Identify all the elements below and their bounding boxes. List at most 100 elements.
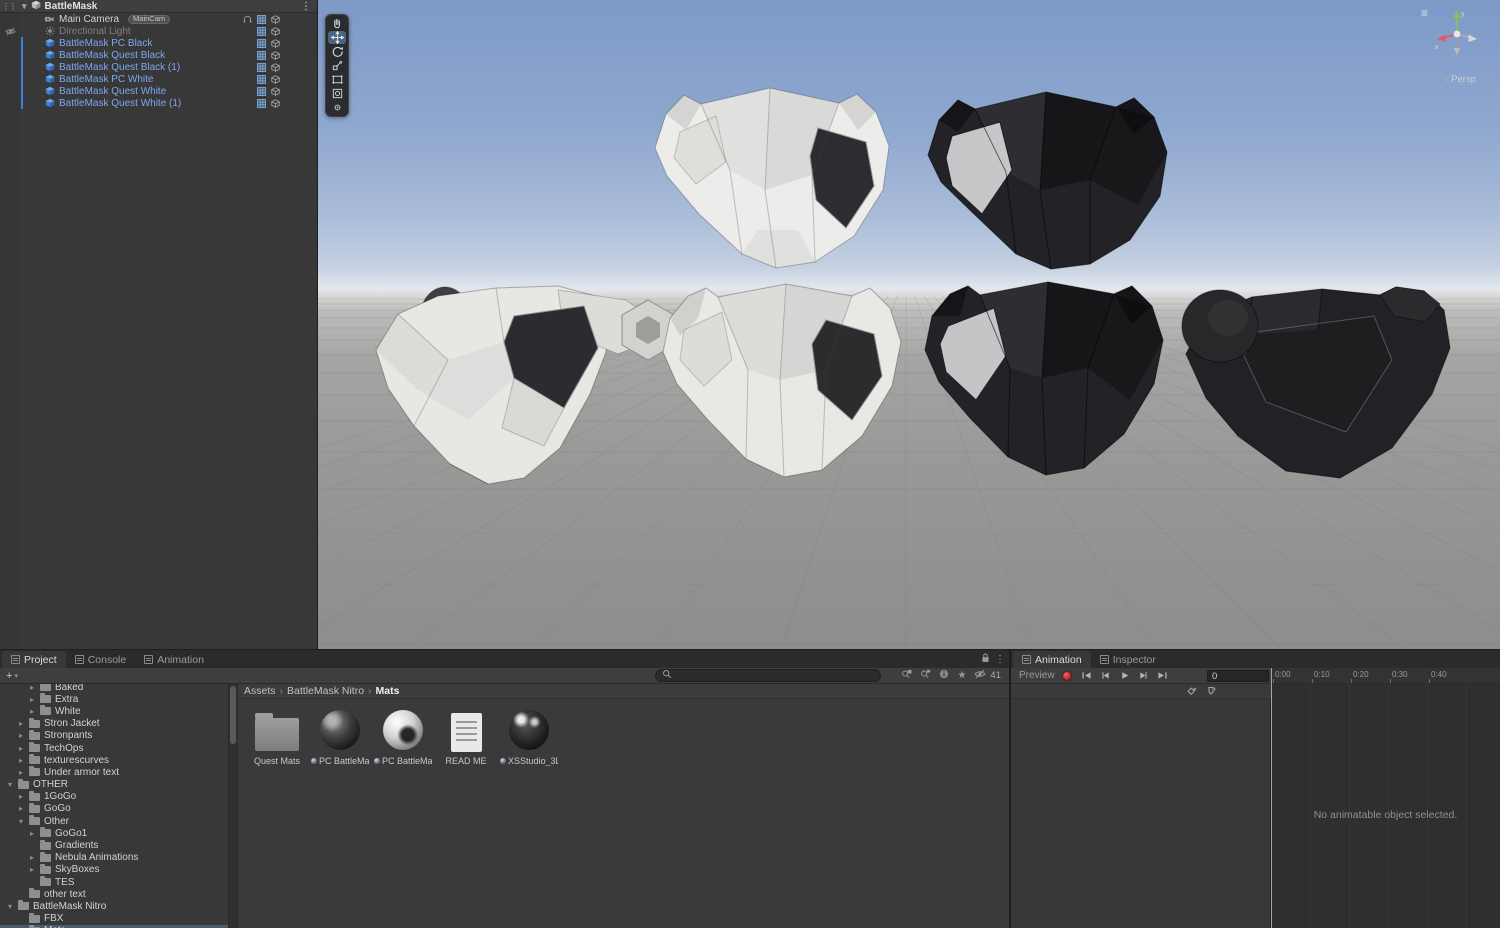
panel-menu-icon[interactable]: ⋮ <box>995 654 1005 665</box>
folder-item-gogo[interactable]: ▸ GoGo <box>0 802 228 815</box>
folder-item-other[interactable]: ▾ Other <box>0 815 228 827</box>
rect-tool[interactable] <box>328 73 346 86</box>
timeline-area[interactable]: No animatable object selected. <box>1271 684 1500 928</box>
scene-view[interactable]: ≡ y x ‹ Persp <box>318 0 1500 650</box>
project-tab-animation[interactable]: Animation <box>135 651 213 668</box>
fold-arrow-icon[interactable]: ▸ <box>28 829 36 838</box>
grid-icon[interactable] <box>257 86 266 96</box>
folder-item-skyboxes[interactable]: ▸ SkyBoxes <box>0 863 228 876</box>
fold-arrow-icon[interactable]: ▸ <box>28 707 36 716</box>
fold-arrow-icon[interactable]: ▸ <box>28 865 36 874</box>
info-icon[interactable] <box>939 669 949 682</box>
hierarchy-item-battlemask-quest-white[interactable]: BattleMask Quest White <box>0 85 317 97</box>
add-event-icon[interactable] <box>1206 686 1217 700</box>
asset-pc-battlema[interactable]: PC BattleMa... <box>311 707 369 766</box>
folder-item-other[interactable]: ▾ OTHER <box>0 778 228 791</box>
breadcrumb-segment-assets[interactable]: Assets <box>244 685 276 697</box>
project-tab-project[interactable]: Project <box>2 651 66 668</box>
folder-item-other-text[interactable]: other text <box>0 888 228 900</box>
save-search-star-icon[interactable]: ★ <box>957 670 966 681</box>
folder-item-baked[interactable]: ▸ Baked <box>0 684 228 693</box>
cube-icon[interactable] <box>271 74 280 84</box>
scene-orientation-gizmo[interactable]: y x <box>1434 6 1480 64</box>
fold-arrow-icon[interactable]: ▸ <box>17 768 25 777</box>
fold-arrow-icon[interactable]: ▸ <box>17 756 25 765</box>
move-tool[interactable] <box>328 31 346 44</box>
folder-item-1gogo[interactable]: ▸ 1GoGo <box>0 790 228 803</box>
scene-overlay-menu-icon[interactable]: ≡ <box>1421 7 1428 19</box>
fold-arrow-icon[interactable]: ▾ <box>6 902 14 911</box>
fold-arrow-icon[interactable]: ▸ <box>17 804 25 813</box>
fold-arrow-icon[interactable]: ▸ <box>17 792 25 801</box>
folder-item-white[interactable]: ▸ White <box>0 705 228 717</box>
cube-icon[interactable] <box>271 86 280 96</box>
create-asset-button[interactable]: + ▾ <box>6 670 18 682</box>
folder-item-tes[interactable]: TES <box>0 876 228 888</box>
view-tool[interactable] <box>328 17 346 30</box>
asset-quest-mats[interactable]: Quest Mats <box>248 707 306 766</box>
fold-arrow-icon[interactable]: ▾ <box>17 817 25 826</box>
folder-item-extra[interactable]: ▸ Extra <box>0 693 228 705</box>
projection-mode-label[interactable]: ‹ Persp <box>1446 74 1477 85</box>
fold-arrow-icon[interactable]: ▸ <box>28 695 36 704</box>
frame-number-field[interactable]: 0 <box>1207 670 1269 682</box>
breadcrumb-segment-battlemask-nitro[interactable]: BattleMask Nitro <box>287 685 364 697</box>
cube-icon[interactable] <box>271 50 280 60</box>
hierarchy-item-battlemask-quest-black[interactable]: BattleMask Quest Black <box>0 49 317 61</box>
grid-icon[interactable] <box>257 50 266 60</box>
asset-pc-battlema[interactable]: PC BattleMa... <box>374 707 432 766</box>
fold-arrow-icon[interactable]: ▸ <box>17 719 25 728</box>
fold-arrow-icon[interactable]: ▸ <box>17 744 25 753</box>
next-key-button[interactable] <box>1136 670 1151 682</box>
folder-item-stron-jacket[interactable]: ▸ Stron Jacket <box>0 717 228 730</box>
folder-item-gradients[interactable]: Gradients <box>0 839 228 851</box>
folder-item-texturescurves[interactable]: ▸ texturescurves <box>0 754 228 766</box>
right-tab-inspector[interactable]: Inspector <box>1091 651 1165 668</box>
headphones-icon[interactable] <box>243 15 252 24</box>
folder-item-gogo1[interactable]: ▸ GoGo1 <box>0 827 228 839</box>
fold-arrow-icon[interactable]: ▾ <box>6 780 14 789</box>
breadcrumb-segment-mats[interactable]: Mats <box>376 685 400 697</box>
project-tab-console[interactable]: Console <box>66 651 136 668</box>
record-button[interactable] <box>1061 670 1072 681</box>
scale-tool[interactable] <box>328 59 346 72</box>
lock-icon[interactable] <box>981 653 990 666</box>
grid-icon[interactable] <box>257 38 266 48</box>
right-tab-animation[interactable]: Animation <box>1013 651 1091 668</box>
folder-item-nebula-animations[interactable]: ▸ Nebula Animations <box>0 851 228 864</box>
cube-icon[interactable] <box>271 62 280 72</box>
hierarchy-item-battlemask-quest-black-1[interactable]: BattleMask Quest Black (1) <box>0 61 317 73</box>
hierarchy-item-battlemask-quest-white-1[interactable]: BattleMask Quest White (1) <box>0 97 317 109</box>
hierarchy-item-battlemask-pc-black[interactable]: BattleMask PC Black <box>0 37 317 49</box>
hidden-count-eye-icon[interactable] <box>974 669 987 682</box>
add-keyframe-icon[interactable] <box>1186 686 1197 700</box>
folder-item-techops[interactable]: ▸ TechOps <box>0 742 228 754</box>
cube-icon[interactable] <box>271 26 280 36</box>
grid-icon[interactable] <box>257 26 266 36</box>
scene-visibility-toggle-icon[interactable] <box>1 26 19 36</box>
search-input[interactable] <box>675 670 874 681</box>
tree-scrollbar-thumb[interactable] <box>230 686 236 744</box>
fold-arrow-icon[interactable]: ▸ <box>28 684 36 692</box>
hierarchy-item-battlemask-pc-white[interactable]: BattleMask PC White <box>0 73 317 85</box>
search-by-type-icon[interactable] <box>901 669 912 682</box>
search-box[interactable] <box>655 669 881 682</box>
transform-tool[interactable] <box>328 87 346 100</box>
hierarchy-item-main-camera[interactable]: Main Camera MainCam <box>0 13 317 25</box>
grid-icon[interactable] <box>257 98 266 108</box>
last-frame-button[interactable] <box>1155 670 1170 682</box>
scene-header[interactable]: ⋮⋮ ▾ BattleMask ⋮ <box>0 0 317 13</box>
first-frame-button[interactable] <box>1079 670 1094 682</box>
playhead-line[interactable] <box>1271 668 1272 928</box>
rotate-tool[interactable] <box>328 45 346 58</box>
fold-arrow-icon[interactable]: ▸ <box>28 853 36 862</box>
folder-item-battlemask-nitro[interactable]: ▾ BattleMask Nitro <box>0 900 228 912</box>
asset-read-me[interactable]: READ ME <box>437 707 495 766</box>
fold-arrow-icon[interactable]: ▸ <box>17 731 25 740</box>
tree-scrollbar[interactable] <box>228 684 237 928</box>
search-by-label-icon[interactable] <box>920 669 931 682</box>
grid-icon[interactable] <box>257 14 266 24</box>
scene-foldout-icon[interactable]: ▾ <box>22 1 27 12</box>
hierarchy-item-directional-light[interactable]: Directional Light <box>0 25 317 37</box>
cube-icon[interactable] <box>271 98 280 108</box>
